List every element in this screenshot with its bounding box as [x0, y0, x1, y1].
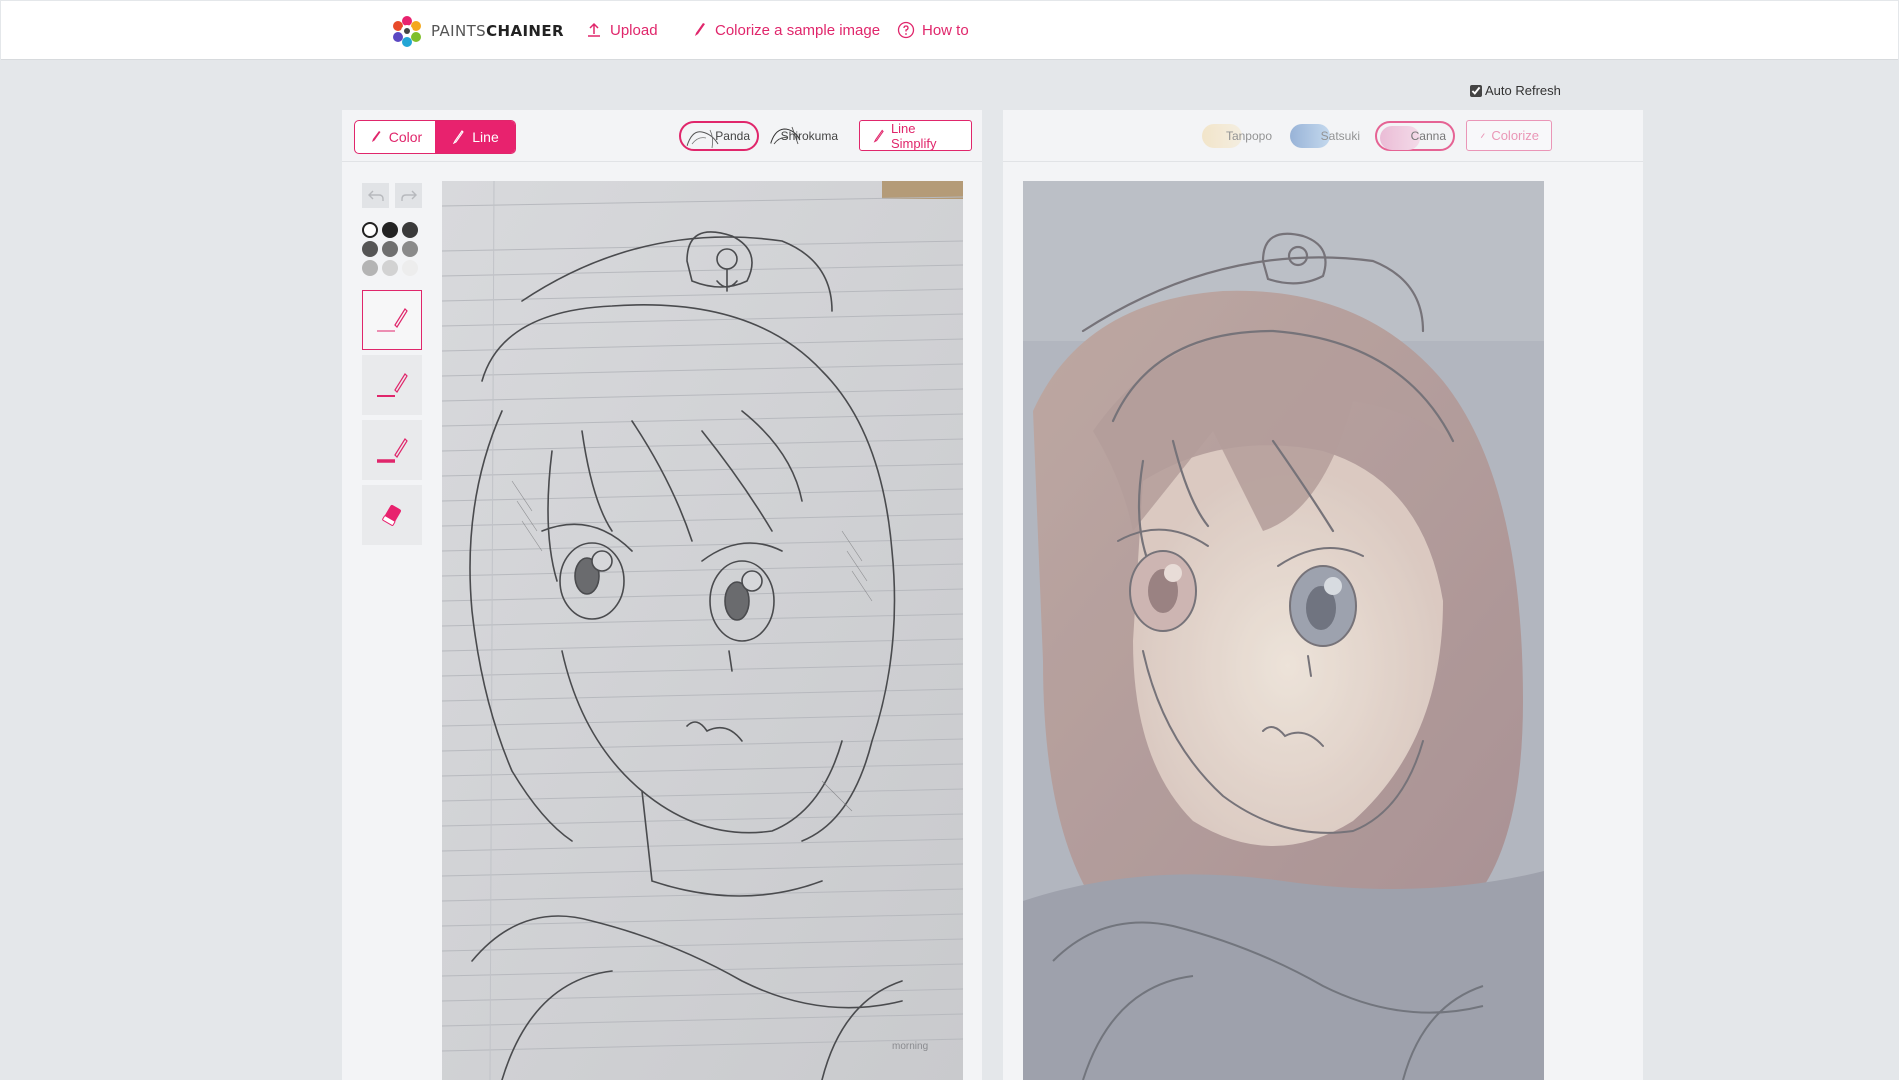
swatch-gray-1[interactable]	[362, 241, 378, 257]
colorize-label: Colorize	[1491, 128, 1539, 143]
pencil-icon	[453, 130, 464, 144]
nav-upload-link[interactable]: Upload	[585, 21, 658, 39]
color-swatches	[362, 222, 422, 276]
color-model-tanpopo[interactable]: Tanpopo	[1199, 121, 1279, 151]
pen-thin-icon	[377, 308, 408, 332]
nav-howto-label: How to	[922, 21, 969, 39]
pen-medium-tool[interactable]	[362, 355, 422, 415]
eraser-icon	[382, 504, 401, 526]
line-model-panda-label: Panda	[715, 129, 750, 143]
swatch-dark-gray[interactable]	[402, 222, 418, 238]
history-controls	[362, 183, 422, 208]
color-model-satsuki[interactable]: Satsuki	[1287, 121, 1367, 151]
line-art-canvas[interactable]: morning	[442, 181, 963, 1080]
color-mode-label: Color	[388, 129, 423, 145]
auto-refresh-option[interactable]: Auto Refresh	[1470, 83, 1561, 98]
colorized-illustration	[1023, 181, 1544, 1080]
color-model-canna-label: Canna	[1410, 129, 1446, 143]
line-mode-tab[interactable]: Line	[435, 121, 515, 153]
logo-text-chainer: CHAINER	[486, 22, 564, 40]
colorize-button[interactable]: Colorize	[1466, 120, 1552, 151]
paintschainer-logo[interactable]: PAINTSCHAINER	[391, 15, 564, 47]
swatch-light-gray-3[interactable]	[402, 260, 418, 276]
brush-icon	[371, 131, 381, 142]
swatch-light-gray-2[interactable]	[382, 260, 398, 276]
pencil-icon	[873, 129, 884, 143]
nav-colorize-sample-label: Colorize a sample image	[715, 21, 881, 39]
nav-upload-label: Upload	[610, 21, 658, 39]
colorized-result-canvas	[1023, 181, 1544, 1080]
swatch-white[interactable]	[362, 222, 378, 238]
color-model-satsuki-label: Satsuki	[1320, 129, 1360, 143]
drawing-tools	[362, 183, 422, 545]
color-model-canna[interactable]: Canna	[1375, 121, 1455, 151]
swatch-light-gray-1[interactable]	[362, 260, 378, 276]
mode-toggle: Color Line	[354, 120, 516, 154]
logo-text-paints: PAINTS	[431, 22, 487, 40]
redo-button[interactable]	[395, 183, 422, 208]
auto-refresh-checkbox[interactable]	[1470, 84, 1482, 97]
pen-thick-tool[interactable]	[362, 420, 422, 480]
color-model-tanpopo-label: Tanpopo	[1225, 129, 1272, 143]
swatch-gray-3[interactable]	[402, 241, 418, 257]
eraser-tool[interactable]	[362, 485, 422, 545]
logo-text: PAINTSCHAINER	[431, 22, 564, 40]
line-editor-toolbar: Color Line Panda Shirokuma Line Simplify	[342, 110, 982, 162]
logo-icon	[393, 16, 421, 47]
redo-icon	[400, 190, 417, 201]
line-art-sketch: morning	[442, 181, 963, 1080]
upload-icon	[588, 22, 600, 37]
pen-thick-icon	[377, 438, 408, 463]
line-model-shirokuma-label: Shirokuma	[780, 129, 838, 143]
line-editor-panel: Color Line Panda Shirokuma Line Simplify	[342, 110, 982, 1080]
help-circle-icon	[897, 21, 915, 39]
pen-medium-icon	[377, 373, 408, 397]
brush-icon	[695, 23, 705, 36]
svg-text:morning: morning	[892, 1041, 928, 1052]
line-model-shirokuma[interactable]: Shirokuma	[765, 121, 845, 151]
undo-icon	[367, 190, 384, 201]
auto-refresh-label: Auto Refresh	[1485, 83, 1561, 98]
top-navbar: PAINTSCHAINER Upload Colorize a sample i…	[1, 1, 1898, 60]
line-simplify-button[interactable]: Line Simplify	[859, 120, 972, 151]
line-model-panda[interactable]: Panda	[679, 121, 759, 151]
swatch-black[interactable]	[382, 222, 398, 238]
colorized-output-panel: Tanpopo Satsuki Canna Colorize	[1003, 110, 1643, 1080]
line-simplify-label: Line Simplify	[890, 120, 937, 151]
color-mode-tab[interactable]: Color	[355, 121, 435, 153]
colorize-toolbar: Tanpopo Satsuki Canna Colorize	[1003, 110, 1643, 162]
swatch-gray-2[interactable]	[382, 241, 398, 257]
line-mode-label: Line	[472, 129, 499, 145]
nav-colorize-sample-link[interactable]: Colorize a sample image	[690, 21, 880, 39]
nav-howto-link[interactable]: How to	[897, 21, 969, 39]
undo-button[interactable]	[362, 183, 389, 208]
brush-icon	[1480, 132, 1485, 138]
pen-thin-tool[interactable]	[362, 290, 422, 350]
